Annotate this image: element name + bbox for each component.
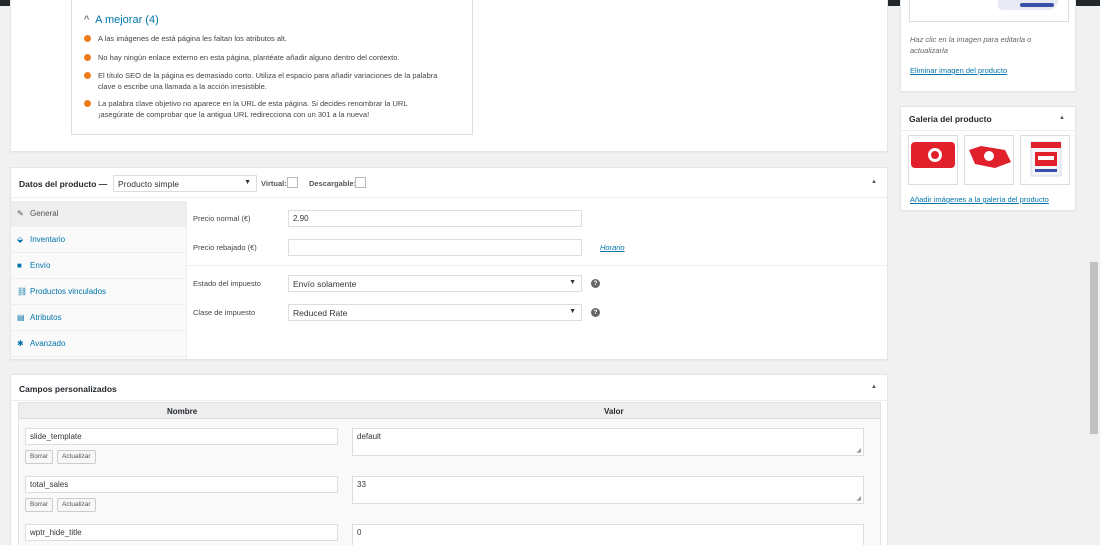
product-type-select[interactable]: Producto simple ▼ (113, 175, 257, 192)
virtual-checkbox[interactable] (287, 177, 298, 188)
update-button[interactable]: Actualizar (57, 450, 96, 464)
meta-key-input[interactable]: total_sales (25, 476, 338, 493)
meta-key-input[interactable]: wptr_hide_title (25, 524, 338, 541)
tab-general[interactable]: ✎ General (11, 201, 187, 227)
tax-status-label: Estado del impuesto (193, 279, 261, 288)
page-scrollbar[interactable] (1088, 6, 1100, 545)
gallery-title: Galería del producto (909, 114, 992, 124)
triangle-up-icon[interactable]: ▲ (871, 179, 877, 185)
seo-improve-heading: A mejorar (4) (95, 14, 159, 26)
seo-analysis-box: ^ A mejorar (4) A las imágenes de está pá… (71, 0, 473, 135)
custom-fields-header: Campos personalizados ▲ (11, 375, 887, 401)
remove-product-image-link[interactable]: Eliminar imagen del producto (910, 66, 1007, 75)
regular-price-input[interactable]: 2.90 (288, 210, 582, 227)
warning-dot-icon (84, 54, 91, 61)
scrollbar-thumb[interactable] (1090, 262, 1098, 434)
seo-problem-item: No hay ningún enlace externo en esta pág… (84, 52, 444, 63)
candy-image-icon (969, 146, 1011, 168)
product-data-tabs: ✎ General ⬙ Inventario ■ Envío ⛓ Productos v… (11, 201, 187, 359)
tax-status-select[interactable]: Envío solamente ▼ (288, 275, 582, 292)
resize-grip-icon[interactable]: ◢ (856, 447, 861, 454)
seo-problem-item: El título SEO de la página es demasiado … (84, 70, 444, 92)
product-data-header: Datos del producto — Producto simple ▼ V… (11, 168, 887, 198)
table-row: total_sales Borrar Actualizar 33 ◢ (19, 468, 880, 516)
product-image-preview[interactable] (909, 0, 1069, 22)
regular-price-label: Precio normal (€) (193, 214, 251, 223)
tax-class-label: Clase de impuesto (193, 308, 256, 317)
product-image-hint: Haz clic en la imagen para editarla o ac… (910, 35, 1032, 55)
link-icon: ⛓ (17, 287, 28, 296)
sale-price-label: Precio rebajado (€) (193, 243, 257, 252)
meta-value-textarea[interactable]: 33 ◢ (352, 476, 864, 504)
tab-shipping[interactable]: ■ Envío (11, 253, 187, 279)
update-button[interactable]: Actualizar (57, 498, 96, 512)
meta-key-input[interactable]: slide_template (25, 428, 338, 445)
candy-image-icon (911, 142, 955, 168)
chevron-down-icon: ▼ (244, 179, 251, 186)
tab-attributes[interactable]: ▤ Atributos (11, 305, 187, 331)
tag-icon: ⬙ (17, 235, 24, 244)
gallery-header: Galería del producto ▲ (901, 107, 1075, 131)
seo-improve-toggle[interactable]: ^ A mejorar (4) (84, 14, 159, 26)
custom-fields-metabox: Campos personalizados ▲ Nombre Valor sli… (10, 374, 888, 545)
gallery-thumbnail[interactable] (964, 135, 1014, 185)
tab-linked-products[interactable]: ⛓ Productos vinculados (11, 279, 187, 305)
table-row: slide_template Borrar Actualizar default… (19, 420, 880, 468)
truck-icon: ■ (17, 261, 22, 270)
schedule-link[interactable]: Horario (600, 243, 625, 252)
downloadable-label: Descargable: (309, 179, 357, 188)
seo-metabox: ^ A mejorar (4) A las imágenes de está pá… (10, 0, 888, 152)
meta-value-textarea[interactable]: default ◢ (352, 428, 864, 456)
resize-grip-icon[interactable]: ◢ (856, 495, 861, 502)
chevron-up-icon: ^ (84, 14, 90, 26)
product-image-accent (1020, 3, 1054, 7)
add-gallery-images-link[interactable]: Añadir imágenes a la galería del product… (910, 195, 1049, 204)
product-data-metabox: Datos del producto — Producto simple ▼ V… (10, 167, 888, 360)
table-row: wptr_hide_title 0 (19, 516, 880, 545)
wrench-icon: ✎ (17, 209, 24, 218)
help-icon[interactable]: ? (591, 279, 600, 288)
sale-price-input[interactable] (288, 239, 582, 256)
tab-advanced[interactable]: ✱ Avanzado (11, 331, 187, 357)
product-gallery-metabox: Galería del producto ▲ Añadir imágenes a… (900, 106, 1076, 211)
table-header: Nombre Valor (19, 403, 880, 419)
help-icon[interactable]: ? (591, 308, 600, 317)
candy-box-image-icon (1030, 141, 1062, 177)
gallery-thumbnail[interactable] (908, 135, 958, 185)
column-name-header: Nombre (167, 407, 198, 416)
list-icon: ▤ (17, 313, 25, 322)
seo-problem-item: La palabra clave objetivo no aparece en … (84, 98, 444, 120)
custom-fields-table: Nombre Valor slide_template Borrar Actua… (18, 402, 881, 545)
seo-problem-item: A las imágenes de está página les faltan… (84, 33, 444, 44)
product-image-metabox: Haz clic en la imagen para editarla o ac… (900, 0, 1076, 92)
tab-inventory[interactable]: ⬙ Inventario (11, 227, 187, 253)
delete-button[interactable]: Borrar (25, 450, 54, 464)
gallery-thumbnail[interactable] (1020, 135, 1070, 185)
tax-class-select[interactable]: Reduced Rate ▼ (288, 304, 582, 321)
warning-dot-icon (84, 72, 91, 79)
gear-icon: ✱ (17, 339, 24, 348)
section-divider (187, 265, 887, 266)
triangle-up-icon[interactable]: ▲ (871, 384, 877, 390)
downloadable-checkbox[interactable] (355, 177, 366, 188)
virtual-label: Virtual: (261, 179, 287, 188)
product-data-title: Datos del producto — (19, 179, 108, 189)
custom-fields-title: Campos personalizados (19, 384, 117, 394)
column-value-header: Valor (604, 407, 624, 416)
chevron-down-icon: ▼ (569, 308, 576, 315)
triangle-up-icon[interactable]: ▲ (1059, 115, 1065, 121)
chevron-down-icon: ▼ (569, 279, 576, 286)
delete-button[interactable]: Borrar (25, 498, 54, 512)
meta-value-textarea[interactable]: 0 (352, 524, 864, 545)
warning-dot-icon (84, 35, 91, 42)
warning-dot-icon (84, 100, 91, 107)
